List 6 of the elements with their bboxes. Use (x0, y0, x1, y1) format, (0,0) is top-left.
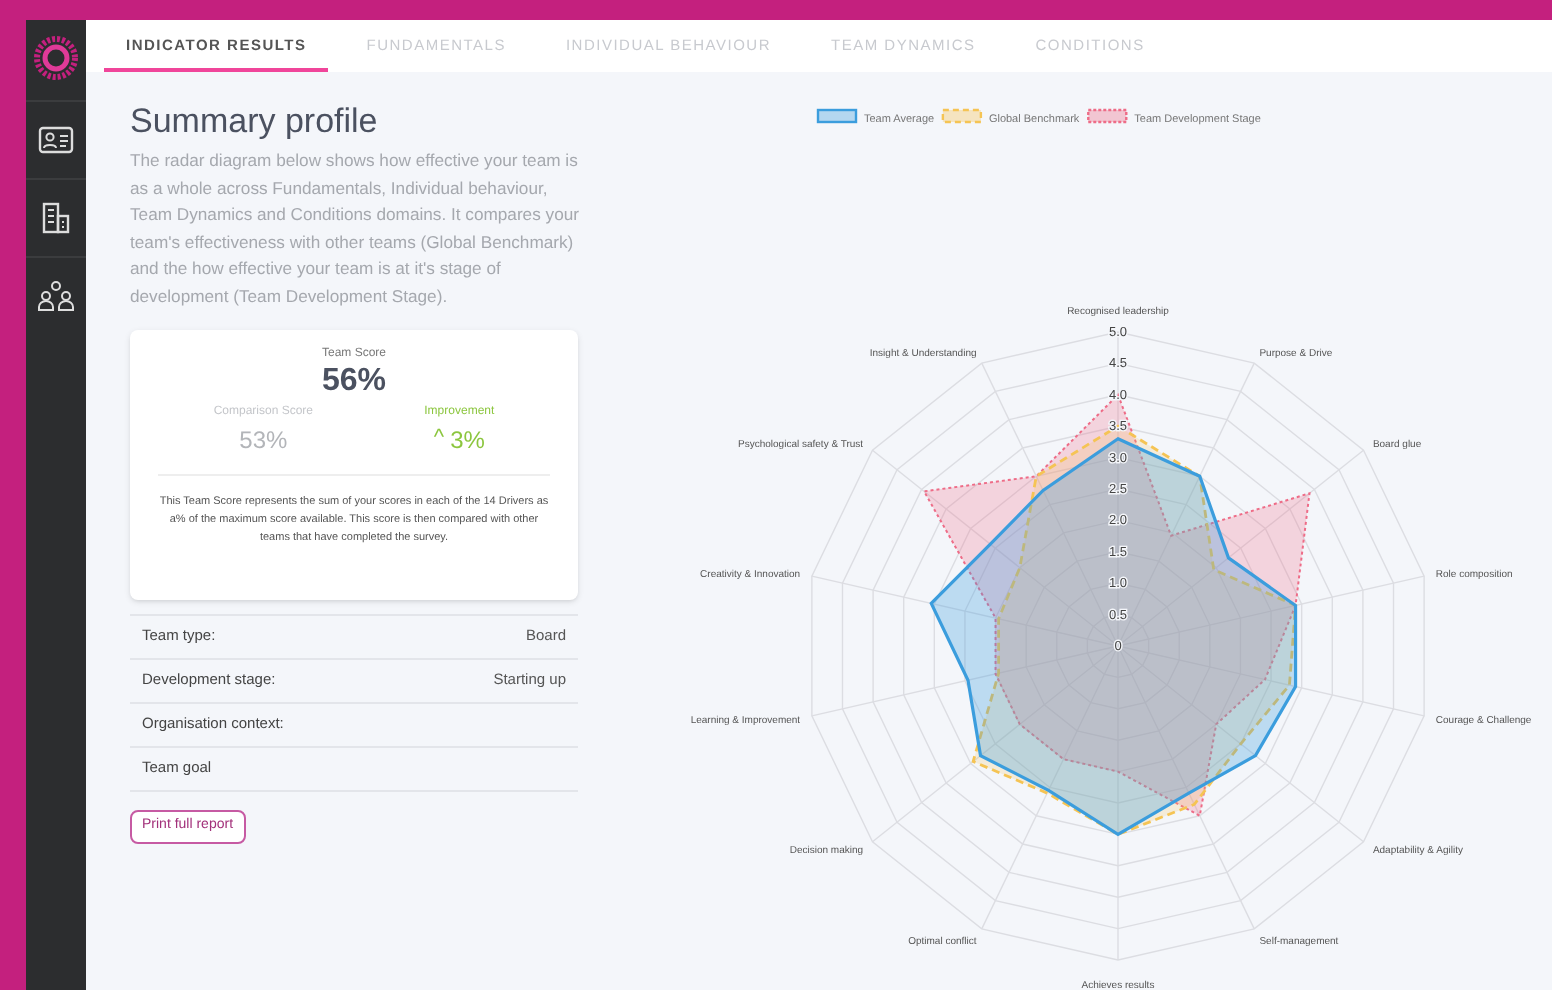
comparison-score-value: 53% (239, 423, 288, 458)
team-score-value: 56% (321, 363, 387, 400)
caret-up-icon: ^ (433, 422, 445, 456)
improvement-value: 3% (450, 423, 485, 458)
section-title: Summary profile (130, 102, 380, 142)
description-paragraph: The radar diagram below shows how effective your team is as a whole across Fundamentals, Individual behaviour, Team Dynamics and Conditions domains. It compares your team's effectiveness with other teams (Global Benchmark) and the how effective your team is at it's stage of development (Team Development Stage). (130, 148, 581, 310)
